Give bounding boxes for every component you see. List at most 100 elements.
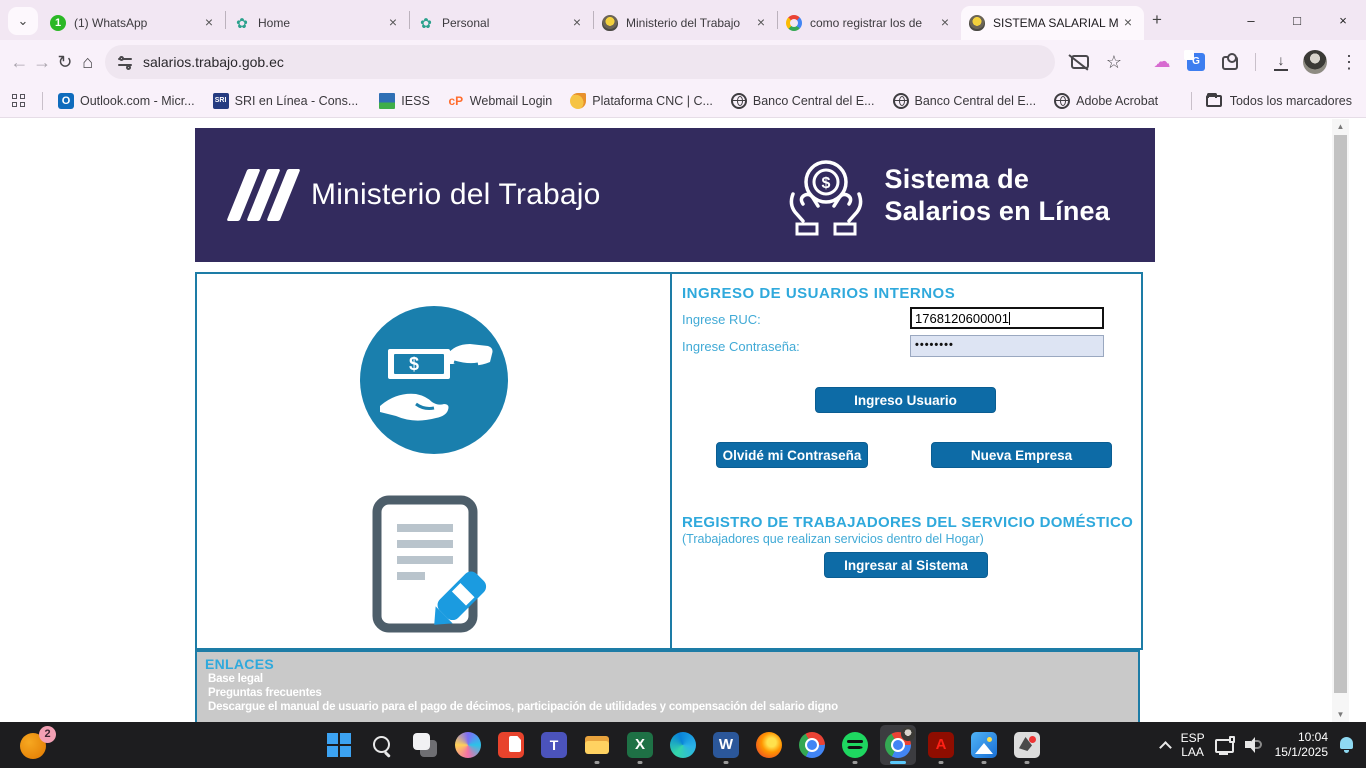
link-base-legal[interactable]: Base legal xyxy=(208,672,1130,686)
task-view-button[interactable] xyxy=(407,725,443,765)
menu-dots-icon[interactable]: ⋮ xyxy=(1332,45,1366,79)
search-icon xyxy=(371,734,393,756)
ruc-input[interactable]: 1768120600001 xyxy=(910,307,1104,329)
bookmark-adobe[interactable]: Adobe Acrobat xyxy=(1054,93,1158,109)
translate-icon[interactable]: G xyxy=(1179,45,1213,79)
close-icon[interactable]: × xyxy=(1120,15,1136,31)
bookmark-banco-central-2[interactable]: Banco Central del E... xyxy=(893,93,1037,109)
scrollbar-thumb[interactable] xyxy=(1334,135,1347,693)
hidden-icons-chevron[interactable] xyxy=(1161,740,1171,750)
enter-system-button[interactable]: Ingresar al Sistema xyxy=(824,552,988,578)
login-button[interactable]: Ingreso Usuario xyxy=(815,387,996,413)
tab-label: como registrar los de xyxy=(810,16,937,30)
link-manual[interactable]: Descargue el manual de usuario para el p… xyxy=(208,700,1130,714)
ministry-brand: Ministerio del Trabajo xyxy=(237,169,601,221)
minimize-button[interactable]: – xyxy=(1228,0,1274,40)
close-icon[interactable]: × xyxy=(201,15,217,31)
ministry-logo-icon xyxy=(237,169,297,221)
windows-logo-icon xyxy=(327,733,351,757)
password-input[interactable]: •••••••• xyxy=(910,335,1104,357)
chrome-button[interactable] xyxy=(794,725,830,765)
bookmark-outlook[interactable]: O Outlook.com - Micr... xyxy=(58,93,195,109)
apps-grid-icon[interactable] xyxy=(12,94,26,108)
link-faq[interactable]: Preguntas frecuentes xyxy=(208,686,1130,700)
edge-button[interactable] xyxy=(665,725,701,765)
acrobat-button[interactable]: A xyxy=(923,725,959,765)
teams-button[interactable]: T xyxy=(536,725,572,765)
registry-info-cell: REGISTRO DE TRABAJADORES DEL SERVICIO DO… xyxy=(672,485,1141,648)
svg-text:$: $ xyxy=(408,354,418,374)
ministry-name: Ministerio del Trabajo xyxy=(311,178,601,212)
close-icon[interactable]: × xyxy=(753,15,769,31)
pdf-app-button[interactable] xyxy=(493,725,529,765)
spotify-icon xyxy=(842,732,868,758)
forward-icon[interactable]: → xyxy=(31,45,54,79)
chrome-icon xyxy=(799,732,825,758)
forgot-password-button[interactable]: Olvidé mi Contraseña xyxy=(716,442,868,468)
back-icon[interactable]: ← xyxy=(8,45,31,79)
close-window-button[interactable]: × xyxy=(1320,0,1366,40)
outlook-icon: O xyxy=(58,93,74,109)
maximize-button[interactable]: □ xyxy=(1274,0,1320,40)
cpanel-icon: cP xyxy=(448,93,464,109)
close-icon[interactable]: × xyxy=(937,15,953,31)
extensions-puzzle-icon[interactable] xyxy=(1213,45,1247,79)
tab-personal[interactable]: ✿ Personal × xyxy=(410,6,593,40)
profile-avatar[interactable] xyxy=(1298,45,1332,79)
bookmark-sri[interactable]: SRI SRI en Línea - Cons... xyxy=(213,93,359,109)
notifications-bell-icon[interactable] xyxy=(1338,736,1356,754)
bookmark-iess[interactable]: IESS xyxy=(376,93,430,109)
copilot-button[interactable] xyxy=(450,725,486,765)
close-icon[interactable]: × xyxy=(385,15,401,31)
excel-button[interactable]: X xyxy=(622,725,658,765)
date-text: 15/1/2025 xyxy=(1275,745,1328,760)
clock[interactable]: 10:04 15/1/2025 xyxy=(1275,730,1328,760)
scroll-up-icon[interactable]: ▲ xyxy=(1332,119,1349,134)
address-bar[interactable]: salarios.trabajo.gob.ec xyxy=(105,45,1055,79)
system-brand: $ Sistema de Salarios en Línea xyxy=(783,152,1111,238)
window-controls: – □ × xyxy=(1228,0,1366,40)
experiments-cloud-icon[interactable]: ☁ xyxy=(1145,45,1179,79)
close-icon[interactable]: × xyxy=(569,15,585,31)
photos-button[interactable] xyxy=(966,725,1002,765)
file-explorer-button[interactable] xyxy=(579,725,615,765)
sri-icon: SRI xyxy=(213,93,229,109)
volume-icon[interactable] xyxy=(1245,737,1265,753)
bookmark-cnc[interactable]: Plataforma CNC | C... xyxy=(570,93,713,109)
all-bookmarks[interactable]: Todos los marcadores xyxy=(1185,92,1352,110)
chrome-active-button[interactable] xyxy=(880,725,916,765)
tab-ministerio[interactable]: Ministerio del Trabajo × xyxy=(594,6,777,40)
new-tab-button[interactable]: + xyxy=(1152,10,1162,30)
reload-icon[interactable]: ↻ xyxy=(54,45,77,79)
tab-search-button[interactable]: ⌄ xyxy=(8,7,38,35)
tab-sistema-salarial-active[interactable]: SISTEMA SALARIAL M × xyxy=(961,6,1144,40)
network-icon[interactable] xyxy=(1215,737,1235,753)
cnc-icon xyxy=(570,93,586,109)
google-icon xyxy=(786,15,802,31)
copilot-icon xyxy=(455,732,481,758)
scroll-down-icon[interactable]: ▼ xyxy=(1332,707,1349,722)
word-button[interactable]: W xyxy=(708,725,744,765)
downloads-icon[interactable]: ↓ xyxy=(1264,45,1298,79)
page-scrollbar[interactable]: ▲ ▼ xyxy=(1332,119,1349,722)
tab-google-search[interactable]: como registrar los de × xyxy=(778,6,961,40)
bookmark-star-icon[interactable]: ☆ xyxy=(1097,45,1131,79)
bookmark-banco-central-1[interactable]: Banco Central del E... xyxy=(731,93,875,109)
ecuador-crest-icon xyxy=(602,15,618,31)
start-button[interactable] xyxy=(321,725,357,765)
language-indicator[interactable]: ESP LAA xyxy=(1181,731,1205,759)
site-settings-icon[interactable] xyxy=(117,54,133,70)
tab-home[interactable]: ✿ Home × xyxy=(226,6,409,40)
url-text[interactable]: salarios.trabajo.gob.ec xyxy=(143,54,284,70)
spotify-button[interactable] xyxy=(837,725,873,765)
search-button[interactable] xyxy=(364,725,400,765)
registry-illustration-cell xyxy=(197,485,670,648)
home-icon[interactable]: ⌂ xyxy=(76,45,99,79)
bookmark-webmail[interactable]: cP Webmail Login xyxy=(448,93,552,109)
new-company-button[interactable]: Nueva Empresa xyxy=(931,442,1112,468)
picture-in-picture-icon[interactable] xyxy=(1063,45,1097,79)
firefox-button[interactable] xyxy=(751,725,787,765)
svg-text:$: $ xyxy=(821,175,830,192)
tab-whatsapp[interactable]: 1 (1) WhatsApp × xyxy=(42,6,225,40)
java-app-button[interactable] xyxy=(1009,725,1045,765)
